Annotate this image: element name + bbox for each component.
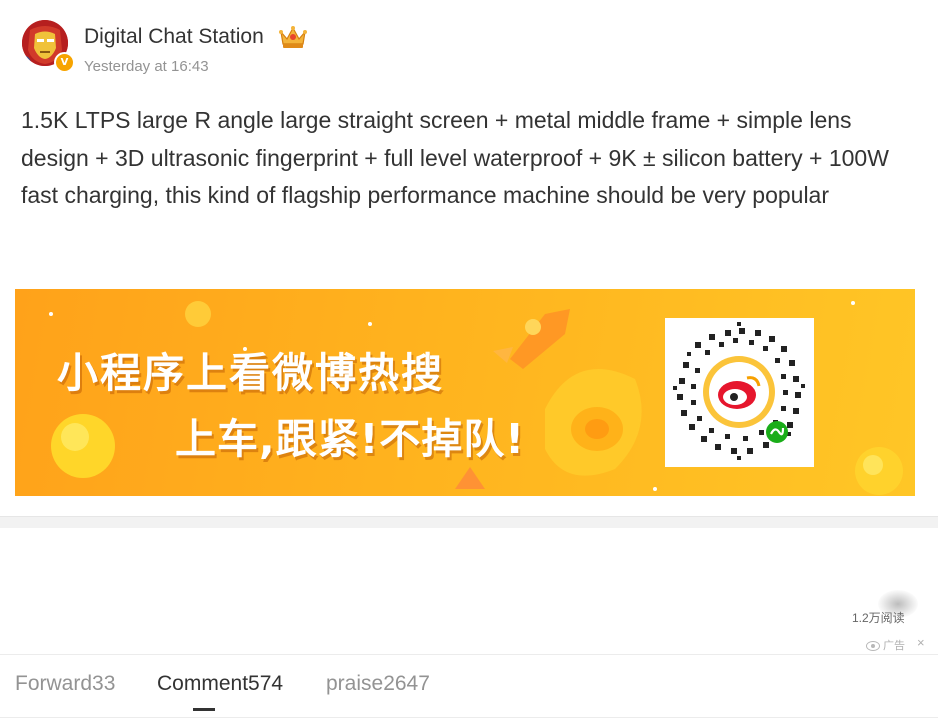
qr-code-graphic — [673, 322, 805, 460]
post-header: V Digital Chat Station Yesterday at 16:4… — [20, 18, 620, 78]
ad-banner-subtitle: 上车,跟紧!不掉队! — [175, 415, 525, 463]
verified-badge-icon: V — [54, 52, 75, 73]
ad-tag[interactable]: 广告 — [866, 637, 905, 653]
post-action-bar: Forward33 Comment574 praise2647 — [0, 672, 938, 702]
praise-button[interactable]: praise2647 — [326, 672, 430, 696]
comment-button[interactable]: Comment574 — [157, 672, 283, 696]
section-separator — [0, 516, 938, 528]
read-count: 1.2万阅读 — [852, 611, 905, 625]
ad-banner-title: 小程序上看微博热搜 — [57, 349, 444, 397]
crown-icon[interactable] — [278, 24, 308, 50]
ad-banner[interactable]: 小程序上看微博热搜 上车,跟紧!不掉队! — [15, 289, 915, 496]
post-timestamp[interactable]: Yesterday at 16:43 — [84, 58, 209, 75]
bottom-divider — [0, 717, 938, 718]
weibo-post-page: V Digital Chat Station Yesterday at 16:4… — [0, 0, 938, 722]
close-icon[interactable]: × — [917, 635, 925, 650]
post-body-text: 1.5K LTPS large R angle large straight s… — [21, 107, 889, 208]
eye-icon — [866, 641, 880, 652]
author-name[interactable]: Digital Chat Station — [84, 25, 264, 49]
active-tab-indicator — [193, 708, 215, 711]
ad-tag-label: 广告 — [883, 640, 905, 652]
forward-button[interactable]: Forward33 — [15, 672, 115, 696]
footer-divider — [0, 654, 938, 655]
weibo-mini-program-qr-icon[interactable] — [665, 318, 814, 467]
